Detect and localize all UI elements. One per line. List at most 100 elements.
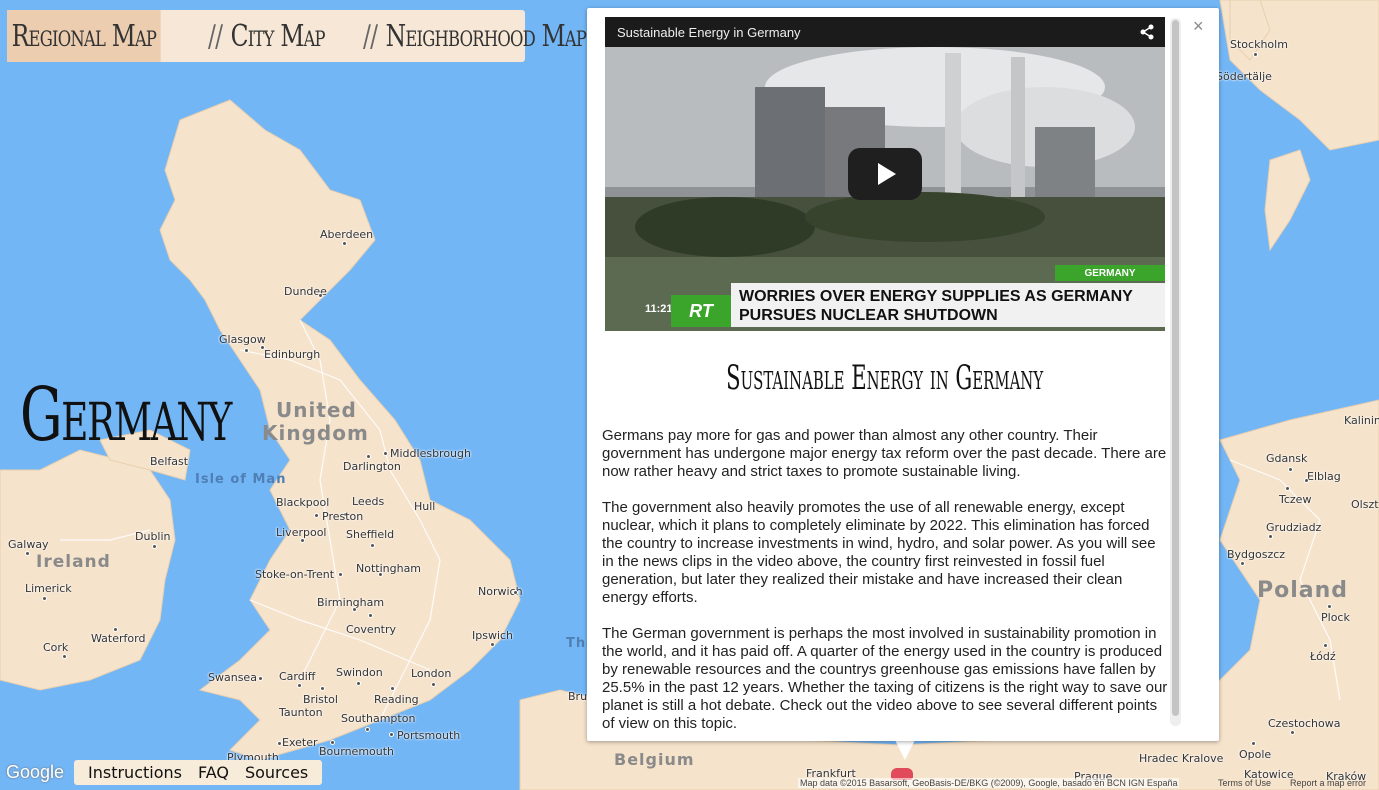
city-label: Stoke-on-Trent (255, 568, 335, 581)
city-label: Southampton (341, 712, 416, 725)
city-label: Cardiff (279, 670, 316, 683)
chyron-headline: Worries over energy supplies as Germany … (731, 283, 1165, 327)
city-dot (390, 686, 395, 691)
chyron-tag: GERMANY (1055, 265, 1165, 281)
city-dot (300, 538, 305, 543)
city-dot (330, 740, 335, 745)
city-dot (1288, 467, 1293, 472)
city-dot (1253, 52, 1258, 57)
city-dot (370, 543, 375, 548)
city-label: Łódź (1310, 650, 1336, 663)
country-label-belgium: Belgium (614, 750, 695, 769)
city-label: Portsmouth (397, 729, 461, 742)
close-icon[interactable]: × (1193, 16, 1204, 37)
bottom-bar: Instructions FAQ Sources (74, 760, 323, 785)
city-label: Cork (43, 641, 69, 654)
city-dot (431, 682, 436, 687)
city-label: Waterford (91, 632, 146, 645)
city-label: Gdansk (1266, 452, 1308, 465)
city-label: Opole (1239, 748, 1272, 761)
country-label-ireland: Ireland (36, 552, 111, 572)
city-label: Stockholm (1230, 38, 1288, 51)
country-label-united: United (276, 398, 357, 422)
city-label: Birmingham (317, 596, 385, 609)
city-dot (389, 732, 394, 737)
share-icon[interactable] (1139, 24, 1155, 40)
city-label: Elblag (1307, 470, 1341, 483)
popup-paragraph: The government also heavily promotes the… (602, 499, 1156, 606)
video-player[interactable]: Sustainable Energy in Germany GERMANY 11… (605, 17, 1165, 331)
city-label: Glasgow (219, 333, 266, 346)
city-label: Ipswich (472, 629, 514, 642)
play-icon (878, 163, 896, 185)
city-dot (320, 686, 325, 691)
tab-city-map[interactable]: City Map (226, 10, 329, 62)
city-dot (352, 607, 357, 612)
city-label: Södertälje (1216, 70, 1272, 83)
faq-link[interactable]: FAQ (190, 763, 237, 782)
instructions-link[interactable]: Instructions (80, 763, 190, 782)
city-dot (338, 572, 343, 577)
city-label: Aberdeen (320, 228, 374, 241)
nav-separator: // (208, 18, 223, 54)
map-attribution: Map data ©2015 Basarsoft, GeoBasis-DE/BK… (798, 778, 1180, 788)
city-label: Grudziadz (1266, 521, 1322, 534)
city-dot (1323, 643, 1328, 648)
city-label: Bournemouth (319, 745, 395, 758)
report-map-error-link[interactable]: Report a map error (1290, 778, 1366, 788)
country-label-kingdom: Kingdom (262, 421, 369, 445)
chyron-time: 11:21 (645, 303, 673, 315)
play-button[interactable] (848, 148, 922, 200)
popup-title: Sustainable Energy in Germany (605, 358, 1165, 398)
city-dot (365, 727, 370, 732)
popup-paragraph: The German government is perhaps the mos… (602, 625, 1168, 732)
city-dot (152, 544, 157, 549)
popup-scrollbar[interactable] (1170, 18, 1181, 726)
city-label: Coventry (346, 623, 397, 636)
city-label: Darlington (343, 460, 401, 473)
city-dot (490, 642, 495, 647)
city-label: Exeter (282, 736, 318, 749)
nav-separator: // (363, 18, 378, 54)
popup-title-text: Sustainable Energy in Germany (726, 358, 1044, 398)
city-label: Bristol (303, 693, 338, 706)
google-logo[interactable]: Google (6, 762, 64, 783)
city-label: Hull (414, 500, 436, 513)
city-dot (297, 683, 302, 688)
city-dot (378, 572, 383, 577)
city-label: Swindon (336, 666, 383, 679)
video-title[interactable]: Sustainable Energy in Germany (605, 17, 1165, 47)
city-dot (368, 613, 373, 618)
city-dot (318, 293, 323, 298)
city-dot (1251, 741, 1256, 746)
city-label: Limerick (25, 582, 72, 595)
city-label: Edinburgh (264, 348, 321, 361)
city-label: Hradec Kralove (1139, 752, 1224, 765)
sources-link[interactable]: Sources (237, 763, 316, 782)
sea-label-isle-of-man: Isle of Man (195, 472, 287, 487)
city-dot (42, 596, 47, 601)
city-label: Taunton (279, 706, 323, 719)
city-dot (1285, 486, 1290, 491)
city-label: Galway (8, 538, 49, 551)
city-dot (513, 590, 518, 595)
rt-logo: RT (671, 295, 731, 327)
video-chyron: GERMANY 11:21 RT Worries over energy sup… (605, 265, 1165, 331)
city-label: Czestochowa (1268, 717, 1341, 730)
city-label: Reading (374, 693, 419, 706)
city-dot (1327, 604, 1332, 609)
city-label: Bydgoszcz (1227, 548, 1286, 561)
region-title: Germany (20, 372, 232, 458)
map-level-nav: Regional Map // City Map // Neighborhood… (7, 10, 587, 62)
tab-neighborhood-map[interactable]: Neighborhood Map (381, 10, 591, 62)
city-label: Preston (322, 510, 364, 523)
city-dot (1290, 730, 1295, 735)
city-dot (260, 345, 265, 350)
terms-of-use-link[interactable]: Terms of Use (1218, 778, 1271, 788)
city-dot (25, 551, 30, 556)
city-label: Leeds (352, 495, 385, 508)
city-dot (113, 627, 118, 632)
tab-regional-map[interactable]: Regional Map (7, 10, 161, 62)
scrollbar-thumb[interactable] (1172, 20, 1179, 716)
city-dot (342, 241, 347, 246)
